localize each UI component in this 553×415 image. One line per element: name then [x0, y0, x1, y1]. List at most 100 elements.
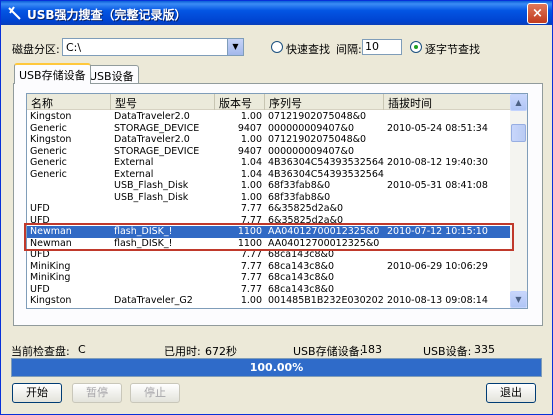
table-cell: UFD — [30, 214, 50, 226]
vertical-scrollbar[interactable]: ▲ ▼ — [510, 94, 527, 308]
pause-button[interactable]: 暂停 — [72, 383, 122, 403]
column-header-time[interactable]: 插拔时间 — [384, 94, 511, 110]
exit-button[interactable]: 退出 — [486, 383, 536, 403]
table-cell: 1.00 — [240, 180, 262, 191]
chevron-down-icon[interactable]: ▼ — [227, 39, 243, 55]
table-cell: DataTraveler2.0 — [114, 134, 190, 145]
table-row[interactable]: USB_Flash_Disk 1.00 68f33fab8&0 — [27, 192, 511, 204]
table-row[interactable]: Generic STORAGE_DEVICE 9407 000000009407&0 — [27, 146, 511, 158]
quick-search-radio[interactable] — [271, 41, 283, 53]
table-cell: 001485B1B232E030202... — [268, 295, 384, 306]
table-cell: 1.00 — [240, 111, 262, 122]
table-cell: 6&35825d2a&0 — [268, 214, 344, 226]
table-row[interactable]: UFD 7.77 68ca143c8&0 — [27, 249, 511, 261]
table-row[interactable]: Generic External 1.04 4B36304C54393532564..… — [27, 169, 511, 181]
table-cell: STORAGE_DEVICE — [114, 122, 200, 134]
table-cell: Kingston — [30, 134, 72, 145]
table-cell: 4B36304C54393532564... — [268, 157, 384, 168]
table-cell: 68f33fab8&0 — [268, 191, 331, 203]
interval-input[interactable]: 10 — [362, 39, 402, 55]
table-cell: Kingston — [30, 111, 72, 122]
byte-search-radio[interactable] — [410, 41, 422, 53]
tab-usb-devices[interactable]: USB设备 — [84, 65, 139, 83]
table-cell: flash_DISK_! — [114, 237, 173, 249]
table-row[interactable]: USB_Flash_Disk 1.00 68f33fab8&0 2010-05-31 … — [27, 180, 511, 192]
table-cell: UFD — [30, 283, 50, 295]
table-cell: Generic — [30, 122, 67, 134]
byte-search-label: 逐字节查找 — [425, 43, 480, 56]
table-cell: 7.77 — [240, 272, 262, 283]
progress-text: 100.00% — [249, 361, 304, 374]
column-header-serial[interactable]: 序列号 — [265, 94, 384, 110]
title-bar[interactable]: USB强力搜查（完整记录版） × — [1, 1, 552, 25]
table-cell: 2010-05-31 08:41:08 — [387, 180, 488, 191]
table-row[interactable]: UFD 7.77 6&35825d2a&0 — [27, 203, 511, 215]
table-cell: 68ca143c8&0 — [268, 249, 334, 260]
table-cell: UFD — [30, 203, 50, 214]
close-button[interactable]: × — [527, 3, 548, 24]
table-cell: 9407 — [237, 122, 262, 134]
table-cell: 7.77 — [240, 260, 262, 272]
table-cell: 68ca143c8&0 — [268, 272, 334, 283]
table-cell: 4B36304C54393532564... — [268, 168, 384, 180]
scroll-thumb[interactable] — [511, 124, 526, 142]
table-row[interactable]: Kingston DataTraveler_G2 1.00 001485B1B232E… — [27, 295, 511, 307]
table-cell: Generic — [30, 168, 67, 180]
table-row[interactable]: MiniKing 7.77 68ca143c8&0 2010-06-29 10:06:… — [27, 261, 511, 273]
table-cell: 1.00 — [240, 191, 262, 203]
table-cell: Kingston — [30, 295, 72, 306]
column-header-model[interactable]: 型号 — [111, 94, 215, 110]
usb-storage-count-label: USB存储设备: — [293, 345, 364, 358]
table-row[interactable]: Generic External 1.04 4B36304C54393532564..… — [27, 157, 511, 169]
table-cell: AA04012700012325&0 — [268, 226, 380, 237]
table-cell: flash_DISK_! — [114, 226, 173, 237]
usb-storage-count: 183 — [361, 343, 382, 356]
table-cell: 1100 — [237, 237, 262, 249]
table-row[interactable]: Newman flash_DISK_! 1100 AA04012700012325&0… — [27, 226, 511, 238]
table-cell: External — [114, 168, 154, 180]
table-cell: MiniKing — [30, 272, 71, 283]
interval-label: 间隔: — [336, 43, 362, 56]
table-cell: STORAGE_DEVICE — [114, 145, 200, 157]
column-header-version[interactable]: 版本号 — [215, 94, 265, 110]
table-cell: 68ca143c8&0 — [268, 283, 334, 295]
table-cell: 07121902075048&0 — [268, 111, 367, 122]
table-cell: DataTraveler2.0 — [114, 111, 190, 122]
column-header-name[interactable]: 名称 — [27, 94, 111, 110]
stop-button[interactable]: 停止 — [130, 383, 180, 403]
scroll-down-icon[interactable]: ▼ — [510, 291, 527, 308]
table-row[interactable]: Generic STORAGE_DEVICE 9407 000000009407&0 2… — [27, 123, 511, 135]
usb-icon — [8, 6, 21, 20]
device-list[interactable]: 名称 型号 版本号 序列号 插拔时间 Kingston DataTraveler2… — [26, 93, 528, 309]
table-cell: 9407 — [237, 145, 262, 157]
table-row[interactable]: MiniKing 7.77 68ca143c8&0 — [27, 272, 511, 284]
window-title: USB强力搜查（完整记录版） — [27, 8, 187, 22]
table-cell: 2010-08-12 19:40:30 — [387, 157, 488, 168]
table-cell: 1100 — [237, 226, 262, 237]
scroll-up-icon[interactable]: ▲ — [510, 94, 527, 111]
elapsed-value: 672秒 — [205, 345, 237, 358]
partition-select[interactable]: C:\ ▼ — [62, 38, 244, 56]
usb-device-count: 335 — [474, 343, 495, 356]
table-cell: 000000009407&0 — [268, 145, 354, 157]
tab-usb-storage[interactable]: USB存储设备 — [14, 63, 91, 84]
main-window: USB强力搜查（完整记录版） × 磁盘分区: C:\ ▼ 快速查找 间隔: 10… — [0, 0, 553, 415]
table-row[interactable]: Kingston DataTraveler2.0 1.00 0712190207504… — [27, 134, 511, 146]
table-cell: 2010-05-24 08:51:34 — [387, 122, 488, 134]
table-row[interactable]: Kingston DataTraveler2.0 1.00 0712190207504… — [27, 111, 511, 123]
table-cell: 1.00 — [240, 295, 262, 306]
list-header: 名称 型号 版本号 序列号 插拔时间 — [27, 94, 511, 110]
table-row[interactable]: Newman flash_DISK_! 1100 AA04012700012325&0 — [27, 238, 511, 250]
current-disk-label: 当前检查盘: — [11, 345, 70, 358]
table-cell: USB_Flash_Disk — [114, 191, 189, 203]
table-cell: 68ca143c8&0 — [268, 260, 334, 272]
progress-bar: 100.00% — [11, 358, 542, 377]
start-button[interactable]: 开始 — [12, 383, 62, 403]
partition-value: C:\ — [66, 41, 82, 54]
table-row[interactable]: UFD 7.77 6&35825d2a&0 — [27, 215, 511, 227]
elapsed-label: 已用时: — [164, 345, 201, 358]
table-cell: Generic — [30, 145, 67, 157]
table-cell: Newman — [30, 226, 72, 237]
table-row[interactable]: UFD 7.77 68ca143c8&0 — [27, 284, 511, 296]
list-rows: Kingston DataTraveler2.0 1.00 0712190207504… — [27, 111, 511, 307]
